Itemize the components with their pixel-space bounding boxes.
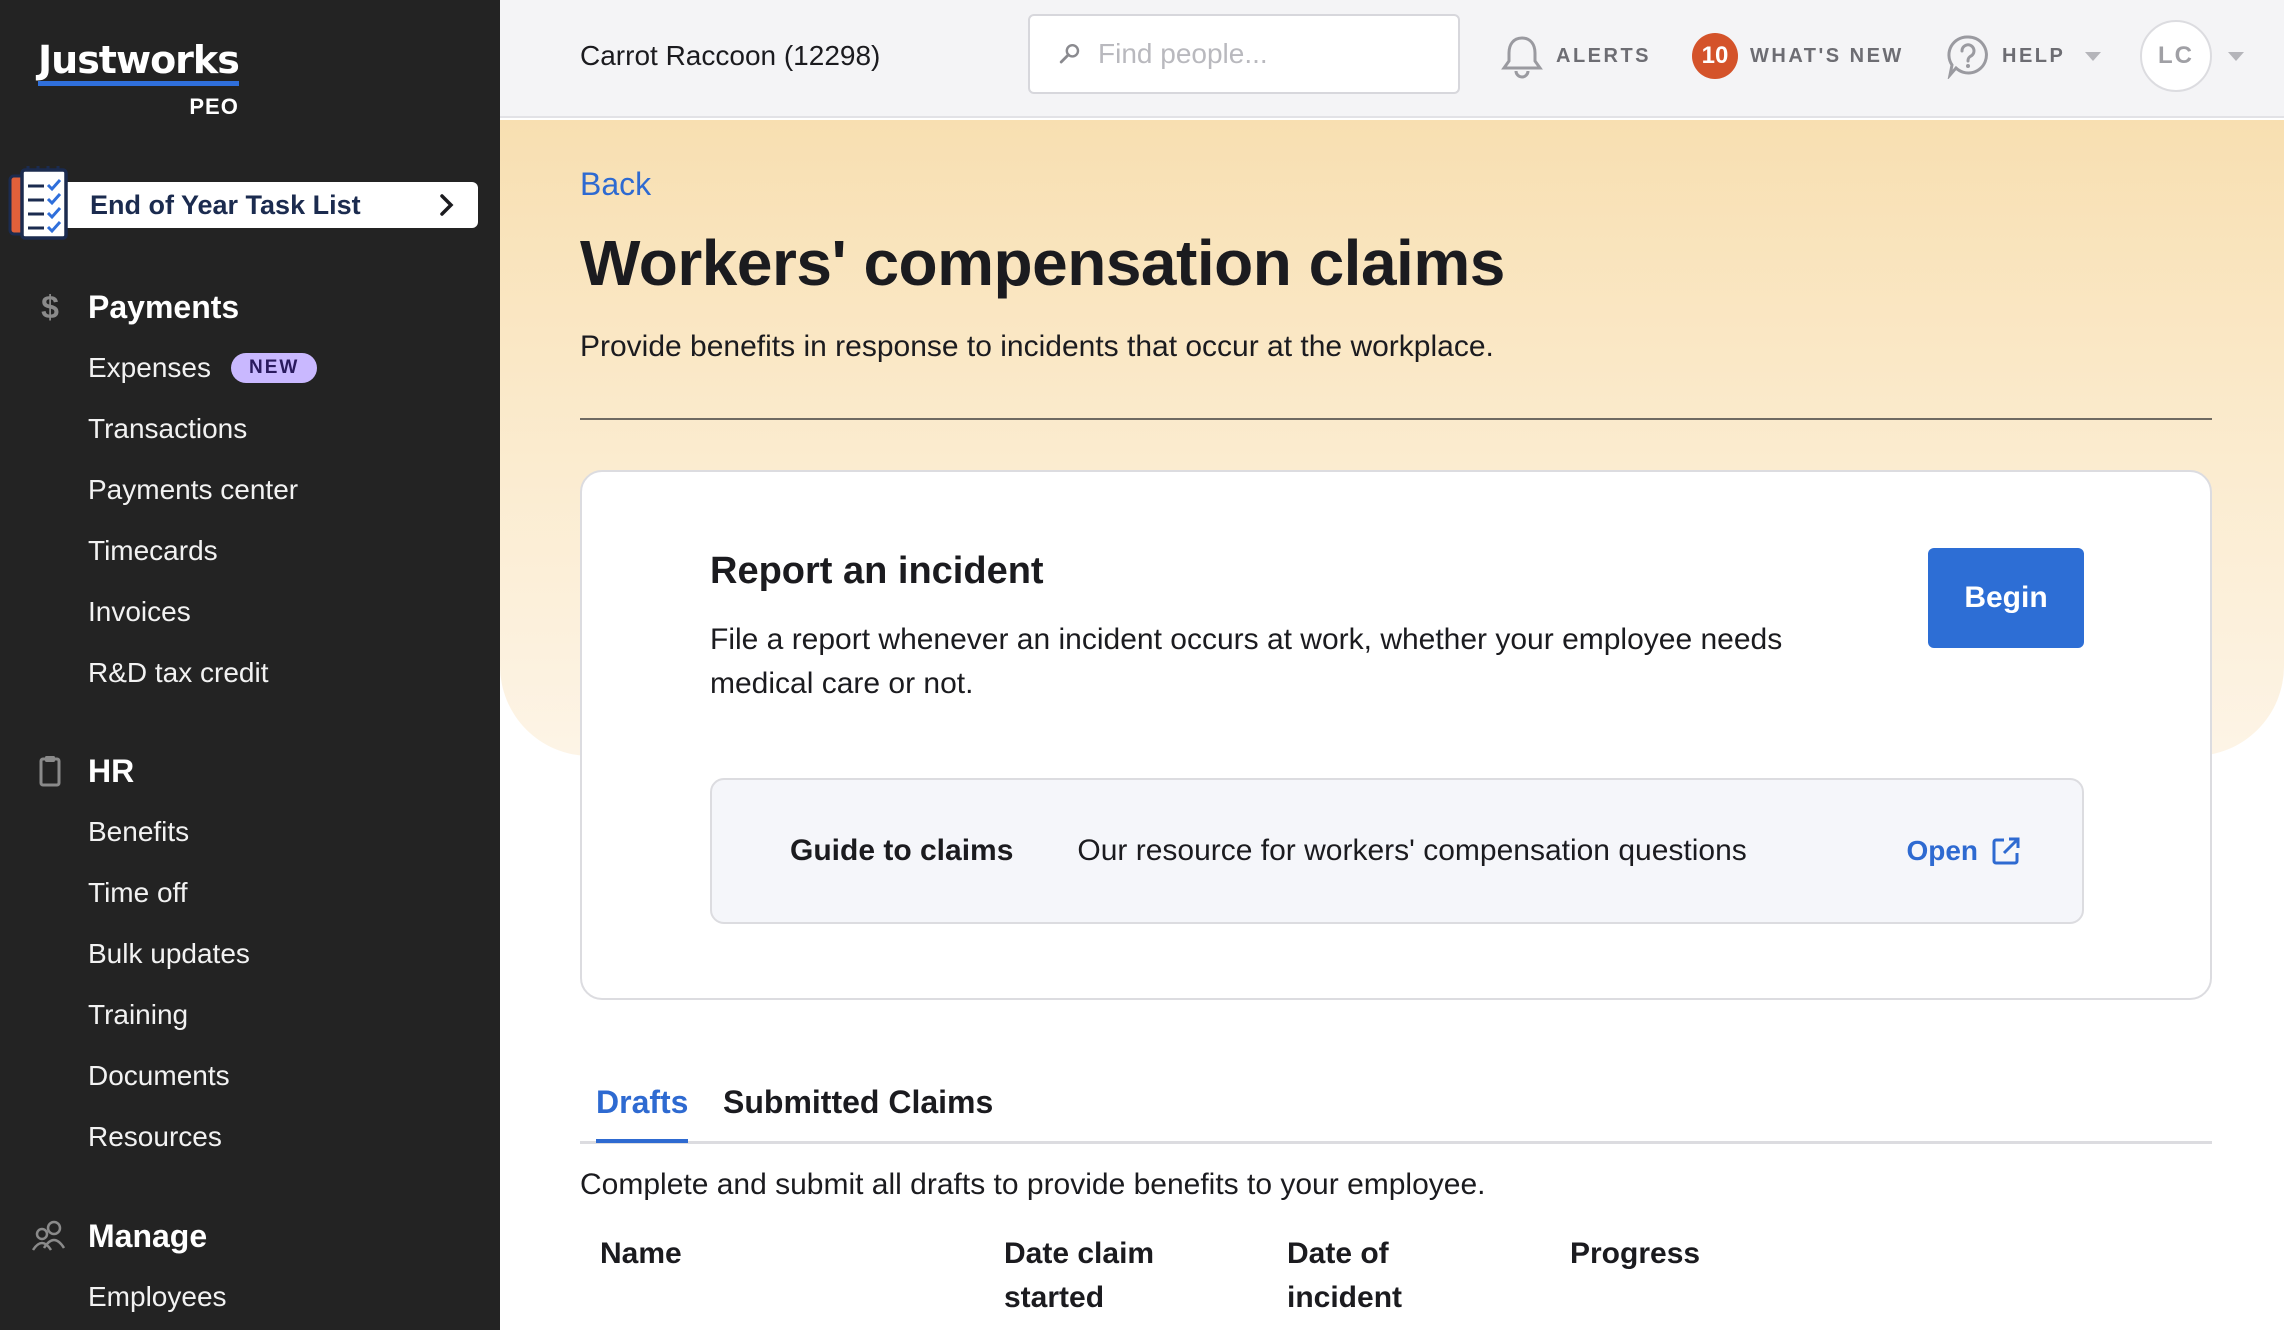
nav-section-hr: HR Benefits Time off Bulk updates Traini… — [0, 751, 500, 1167]
dollar-icon: $ — [41, 288, 59, 325]
sidebar-item-label: Resources — [88, 1120, 222, 1152]
external-link-icon — [1992, 837, 2020, 865]
guide-to-claims-panel: Guide to claims Our resource for workers… — [710, 778, 2084, 924]
back-link[interactable]: Back — [580, 166, 651, 203]
sidebar-item-label: Time off — [88, 876, 188, 908]
nav-head-label: Manage — [88, 1217, 208, 1254]
nav-section-payments: $ Payments Expenses NEW Transactions Pay… — [0, 287, 500, 703]
help-icon — [1947, 35, 1988, 79]
sidebar-item-label: Timecards — [88, 534, 218, 566]
tab-drafts[interactable]: Drafts — [596, 1084, 689, 1143]
whats-new-label: WHAT'S NEW — [1750, 44, 1904, 67]
search-input[interactable] — [1098, 38, 1458, 70]
open-guide-link[interactable]: Open — [1906, 835, 2022, 867]
sidebar-item-invoices[interactable]: Invoices — [0, 581, 500, 642]
task-list-label: End of Year Task List — [90, 189, 361, 220]
alerts-button[interactable]: ALERTS — [1500, 30, 1651, 82]
logo-product: PEO — [189, 94, 239, 119]
nav-head-manage[interactable]: Manage — [0, 1216, 500, 1256]
user-avatar[interactable]: LC — [2140, 20, 2212, 92]
sidebar-item-employees[interactable]: Employees — [0, 1266, 500, 1327]
sidebar-item-label: Employees — [88, 1280, 227, 1312]
guide-description: Our resource for workers' compensation q… — [1077, 834, 1747, 867]
bell-icon — [1501, 36, 1543, 79]
sidebar: Justworks PEO End of Year Task List $ Pa… — [0, 0, 500, 1330]
end-of-year-task-list-button[interactable]: End of Year Task List — [8, 166, 478, 240]
sidebar-item-label: Expenses — [88, 351, 211, 383]
sidebar-item-expenses[interactable]: Expenses NEW — [0, 337, 500, 398]
column-header-progress[interactable]: Progress — [1570, 1232, 1700, 1276]
whats-new-button[interactable]: 10 WHAT'S NEW — [1692, 30, 1904, 82]
sidebar-item-documents[interactable]: Documents — [0, 1045, 500, 1106]
company-name: Carrot Raccoon (12298) — [580, 40, 881, 71]
top-bar: Carrot Raccoon (12298) ALERTS 10 WHAT'S … — [500, 0, 2284, 118]
clipboard-icon — [39, 756, 61, 787]
whats-new-count-badge: 10 — [1692, 33, 1738, 79]
sidebar-item-rd-tax-credit[interactable]: R&D tax credit — [0, 642, 500, 703]
column-header-line: started — [1004, 1281, 1105, 1314]
justworks-logo[interactable]: Justworks PEO — [38, 40, 240, 120]
sidebar-item-label: Payments center — [88, 473, 299, 505]
sidebar-item-label: Bulk updates — [88, 937, 250, 969]
main-content: Back Workers' compensation claims Provid… — [500, 120, 2284, 1330]
drafts-note: Complete and submit all drafts to provid… — [580, 1168, 1486, 1201]
chevron-right-icon — [440, 194, 454, 216]
report-incident-description: File a report whenever an incident occur… — [710, 623, 1783, 700]
nav-head-label: HR — [88, 752, 135, 789]
column-header-line: incident — [1287, 1281, 1403, 1314]
alerts-label: ALERTS — [1556, 44, 1651, 67]
nav-head-hr[interactable]: HR — [0, 751, 500, 791]
nav-head-label: Payments — [88, 288, 240, 325]
chevron-down-icon — [2085, 51, 2102, 61]
sidebar-item-label: R&D tax credit — [88, 656, 269, 688]
sidebar-item-transactions[interactable]: Transactions — [0, 398, 500, 459]
sidebar-item-bulk-updates[interactable]: Bulk updates — [0, 923, 500, 984]
nav-section-manage: Manage Employees — [0, 1216, 500, 1327]
column-header-name[interactable]: Name — [600, 1232, 682, 1276]
column-header-line: Date of — [1287, 1237, 1389, 1270]
sidebar-item-label: Documents — [88, 1059, 230, 1091]
sidebar-item-label: Transactions — [88, 412, 248, 444]
page-title: Workers' compensation claims — [580, 227, 1505, 299]
people-icon — [31, 1220, 66, 1251]
sidebar-item-label: Benefits — [88, 815, 190, 847]
column-header-line: Progress — [1570, 1237, 1701, 1270]
nav-head-payments[interactable]: $ Payments — [0, 287, 500, 327]
report-incident-title: Report an incident — [710, 550, 1044, 592]
logo-wordmark: Justworks — [38, 40, 240, 86]
guide-title: Guide to claims — [790, 834, 1014, 867]
column-header-line: Date claim — [1004, 1237, 1155, 1270]
search-box[interactable] — [1028, 14, 1460, 94]
sidebar-item-benefits[interactable]: Benefits — [0, 801, 500, 862]
tab-submitted-claims[interactable]: Submitted Claims — [723, 1084, 993, 1139]
sidebar-item-training[interactable]: Training — [0, 984, 500, 1045]
begin-button[interactable]: Begin — [1928, 548, 2084, 648]
sidebar-item-timecards[interactable]: Timecards — [0, 520, 500, 581]
page-subtitle: Provide benefits in response to incident… — [580, 330, 1494, 363]
chevron-down-icon[interactable] — [2228, 52, 2244, 61]
help-label: HELP — [2002, 44, 2066, 67]
open-link-label: Open — [1906, 835, 1978, 866]
sidebar-item-resources[interactable]: Resources — [0, 1106, 500, 1167]
divider — [580, 418, 2212, 420]
column-header-date-claim-started[interactable]: Date claim started — [1004, 1232, 1154, 1320]
column-header-line: Name — [600, 1237, 682, 1270]
help-button[interactable]: HELP — [1946, 30, 2102, 82]
sidebar-item-label: Invoices — [88, 595, 191, 627]
claims-tabs: Drafts Submitted Claims — [580, 1060, 2212, 1144]
search-icon — [1059, 44, 1080, 64]
report-incident-card: Report an incident File a report wheneve… — [580, 470, 2212, 1000]
sidebar-item-time-off[interactable]: Time off — [0, 862, 500, 923]
checklist-icon — [8, 166, 68, 240]
sidebar-item-label: Training — [88, 998, 189, 1030]
new-badge: NEW — [230, 352, 318, 383]
sidebar-item-payments-center[interactable]: Payments center — [0, 459, 500, 520]
column-header-date-of-incident[interactable]: Date of incident — [1287, 1232, 1402, 1320]
